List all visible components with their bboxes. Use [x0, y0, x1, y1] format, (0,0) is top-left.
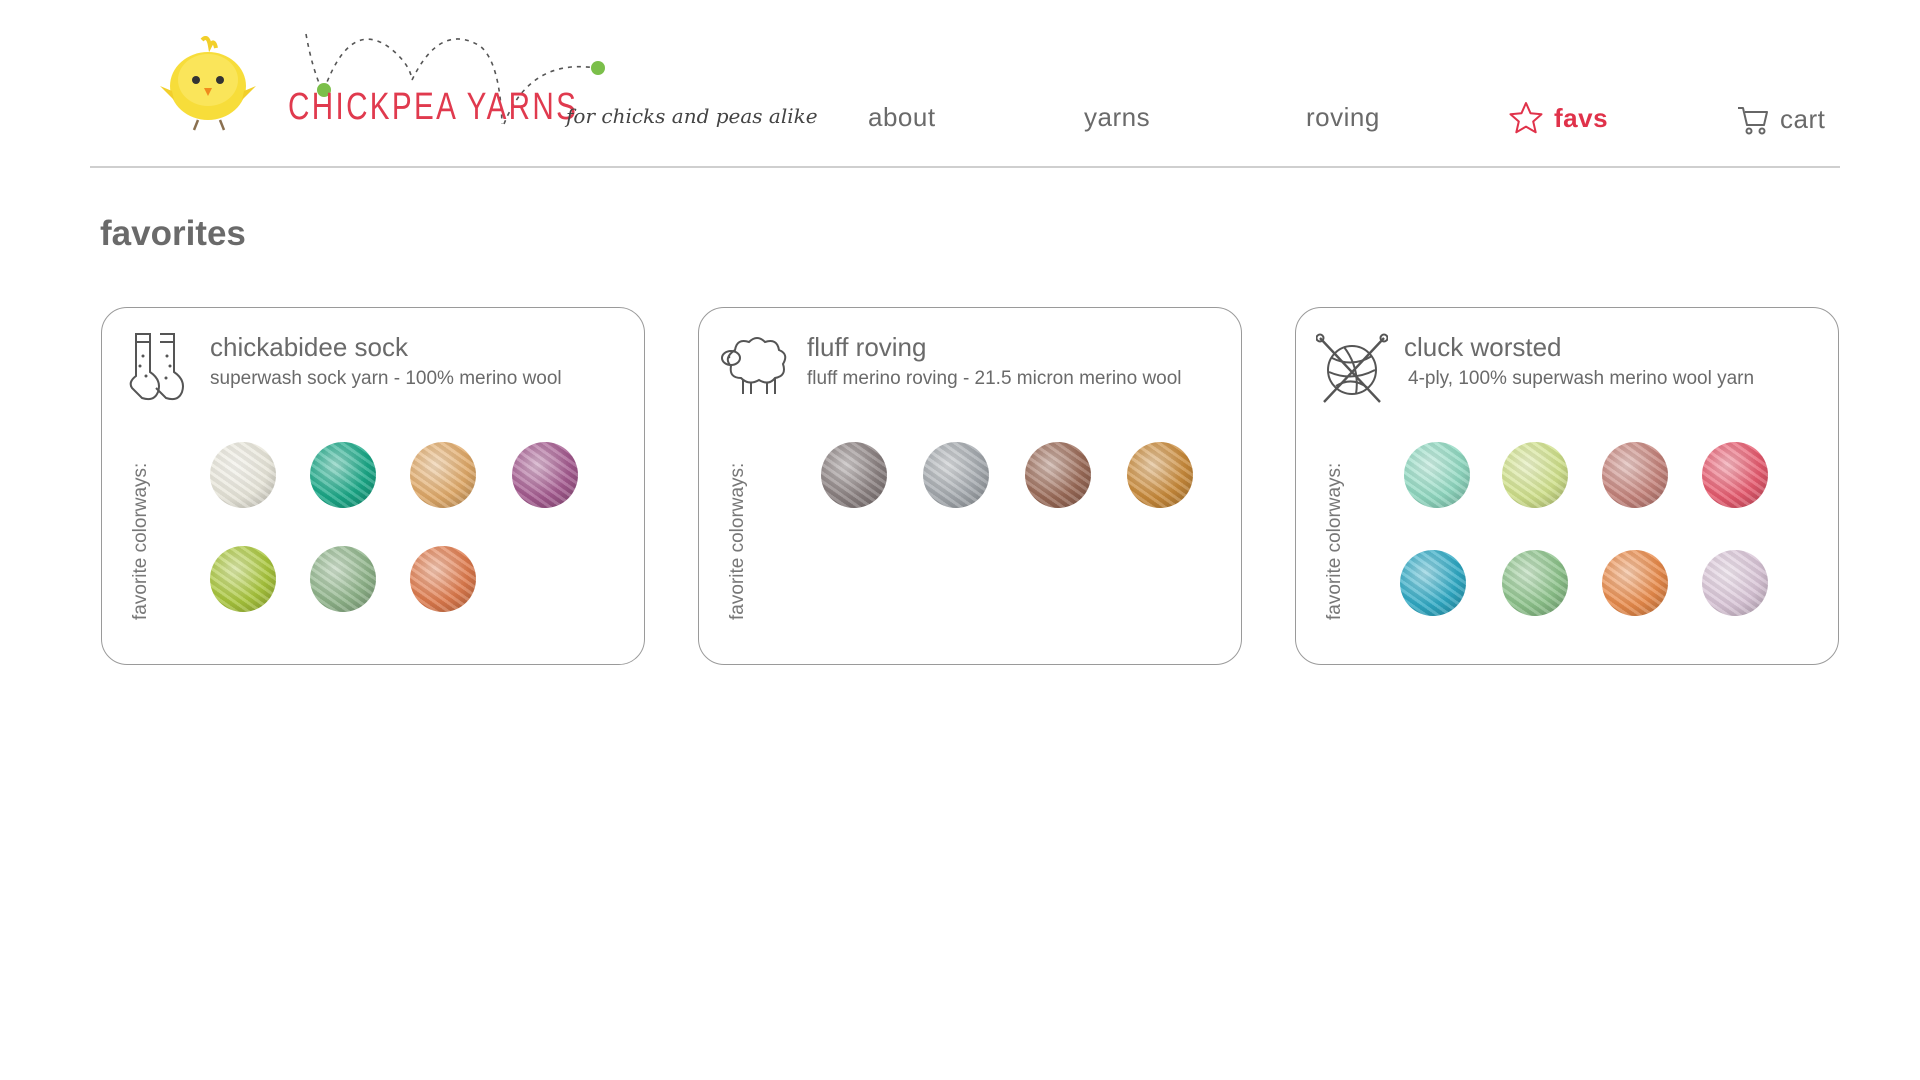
colorway-swatch[interactable] — [821, 442, 887, 508]
colorway-swatch[interactable] — [1702, 442, 1768, 508]
product-card-chickabidee-sock[interactable]: chickabidee sock superwash sock yarn - 1… — [101, 307, 645, 665]
brand-tagline: for chicks and peas alike — [566, 104, 818, 128]
nav-yarns[interactable]: yarns — [1084, 102, 1150, 133]
nav-about[interactable]: about — [868, 102, 936, 133]
card-title[interactable]: fluff roving — [807, 332, 926, 363]
colorway-swatch[interactable] — [210, 546, 276, 612]
nav-roving-label: roving — [1306, 102, 1380, 132]
colorway-swatch[interactable] — [210, 442, 276, 508]
card-title[interactable]: cluck worsted — [1404, 332, 1562, 363]
colorway-swatch[interactable] — [410, 442, 476, 508]
product-card-fluff-roving[interactable]: fluff roving fluff merino roving - 21.5 … — [698, 307, 1242, 665]
cart-icon — [1738, 107, 1768, 135]
card-subtitle: 4-ply, 100% superwash merino wool yarn — [1408, 368, 1755, 389]
card-subtitle: fluff merino roving - 21.5 micron merino… — [807, 368, 1182, 389]
site-header: CHICKPEA YARNS for chicks and peas alike… — [90, 0, 1840, 168]
nav-yarns-label: yarns — [1084, 102, 1151, 132]
colorway-swatch[interactable] — [1502, 550, 1568, 616]
colorway-swatch[interactable] — [1404, 442, 1470, 508]
nav-favs[interactable]: favs — [1508, 100, 1608, 136]
favorite-colorways-label: favorite colorways: — [130, 462, 151, 620]
colorway-swatch[interactable] — [1400, 550, 1466, 616]
colorway-swatch[interactable] — [1502, 442, 1568, 508]
favorite-colorways-label: favorite colorways: — [1324, 462, 1345, 620]
colorway-swatch[interactable] — [1702, 550, 1768, 616]
nav-cart-label: cart — [1780, 103, 1826, 134]
colorway-swatch[interactable] — [1602, 550, 1668, 616]
favorite-colorways-label: favorite colorways: — [727, 462, 748, 620]
colorway-swatch[interactable] — [310, 546, 376, 612]
chick-logo[interactable] — [158, 36, 258, 132]
colorway-swatch[interactable] — [1025, 442, 1091, 508]
brand-name[interactable]: CHICKPEA YARNS — [288, 86, 578, 129]
nav-favs-label: favs — [1554, 102, 1609, 133]
colorway-swatch[interactable] — [923, 442, 989, 508]
card-title[interactable]: chickabidee sock — [210, 332, 408, 363]
colorway-swatch[interactable] — [310, 442, 376, 508]
nav-cart[interactable]: cart — [1736, 102, 1825, 136]
nav-roving[interactable]: roving — [1306, 102, 1380, 133]
nav-about-label: about — [868, 102, 936, 132]
colorway-swatch[interactable] — [1127, 442, 1193, 508]
star-icon — [1509, 102, 1543, 134]
colorway-swatch[interactable] — [410, 546, 476, 612]
product-card-cluck-worsted[interactable]: cluck worsted 4-ply, 100% superwash meri… — [1295, 307, 1839, 665]
sheep-icon — [721, 337, 787, 394]
colorway-swatch[interactable] — [1602, 442, 1668, 508]
colorway-swatch[interactable] — [512, 442, 578, 508]
yarn-ball-icon — [1316, 333, 1388, 403]
page-title: favorites — [100, 214, 246, 253]
card-subtitle: superwash sock yarn - 100% merino wool — [210, 368, 562, 389]
socks-icon — [129, 333, 184, 401]
